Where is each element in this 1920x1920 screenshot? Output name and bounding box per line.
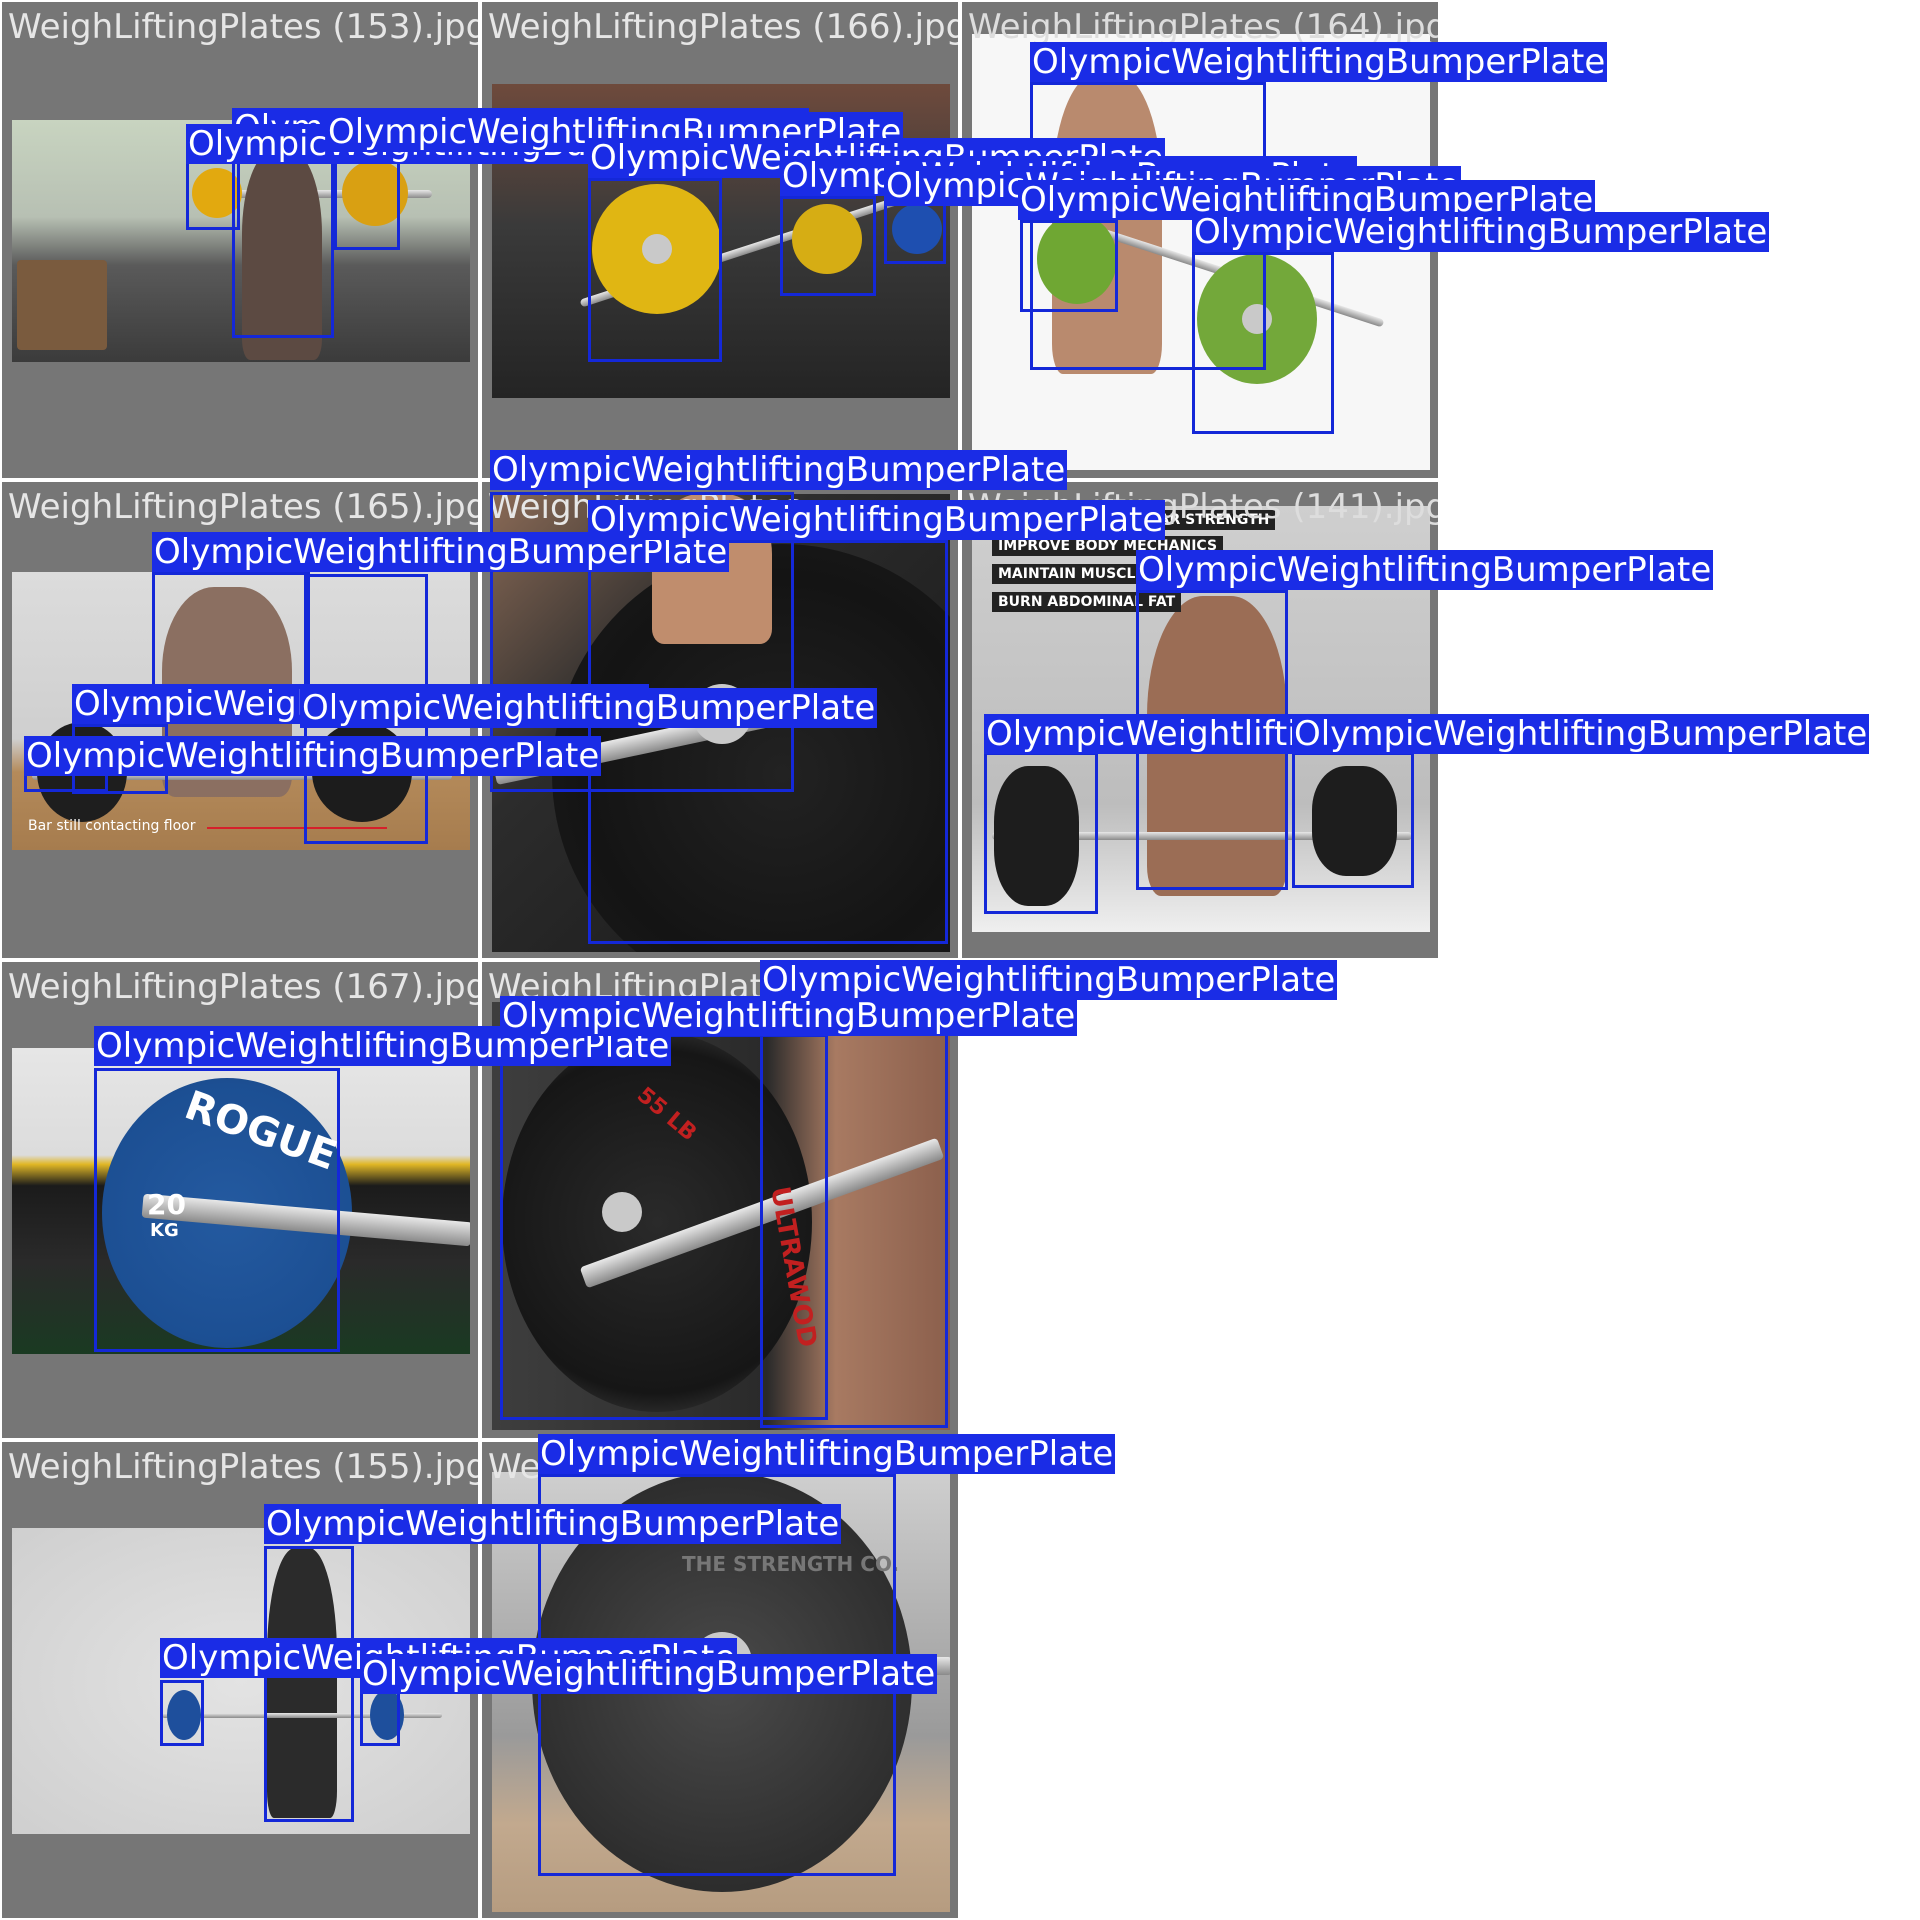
tile-filename: WeighLiftingPlates (155).jpg [8, 1447, 480, 1487]
detection-label: OlympicWeightliftingBumperPlate [490, 450, 1068, 490]
detection-label: OlympicWeightliftingBumperPlate [360, 1654, 938, 1694]
detection-box[interactable] [780, 196, 876, 296]
detection-box[interactable] [160, 1680, 204, 1746]
tile-filename: WeighLiftingPlates (153).jpg [8, 7, 480, 47]
detection-box[interactable] [1192, 252, 1334, 434]
detection-box[interactable] [588, 540, 948, 944]
detection-label: OlympicWeightliftingBumperPlate [1136, 550, 1714, 590]
tile-filename: WeighLiftingPlates (167).jpg [8, 967, 480, 1007]
detection-label: OlympicWeightliftingBumperPlate [1192, 212, 1770, 252]
detection-box[interactable] [1292, 752, 1414, 888]
detection-box[interactable] [232, 160, 334, 338]
floor-caption: Bar still contacting floor [28, 818, 196, 834]
tile-filename: WeighLiftingPlates (165).jpg [8, 487, 480, 527]
detection-box[interactable] [884, 196, 946, 264]
detection-box[interactable] [588, 178, 722, 362]
detection-label: OlympicWeightliftingBumperPlate [300, 688, 878, 728]
detection-box[interactable] [760, 1000, 948, 1428]
detection-label: OlympicWeightliftingBumperPlate [1030, 42, 1608, 82]
detection-box[interactable] [334, 160, 400, 250]
detection-label: OlympicWeightliftingBumperPlate [24, 736, 602, 776]
detection-label: OlympicWeightliftingBumperPlate [760, 960, 1338, 1000]
detection-box[interactable] [1020, 220, 1118, 312]
tile-filename: WeighLiftingPlates (166).jpg [488, 7, 960, 47]
promo-banner: MAINTAIN MUSCLE [992, 564, 1151, 584]
detection-box[interactable] [984, 752, 1098, 914]
detection-label: OlympicWeightliftingBumperPlate [538, 1434, 1116, 1474]
detection-label: OlympicWeightliftingBumperPlate [264, 1504, 842, 1544]
detection-label: OlympicWeightliftingBumperPlate [1292, 714, 1870, 754]
detection-label: OlympicWeightliftingBumperPlate [588, 500, 1166, 540]
detection-box[interactable] [94, 1068, 340, 1352]
empty-tile [960, 1440, 1440, 1920]
detection-box[interactable] [264, 1546, 354, 1822]
tile-filename: We [488, 1447, 541, 1487]
detection-label: OlympicWeightliftingBumperPlate [500, 996, 1078, 1036]
